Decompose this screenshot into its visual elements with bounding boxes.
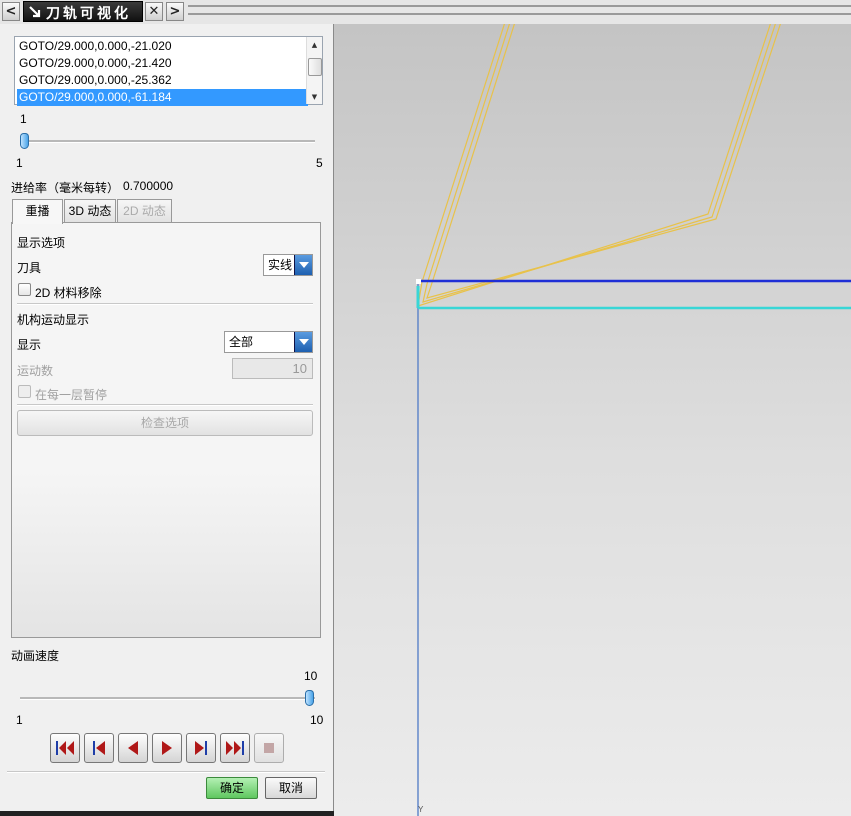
nav-prev-button[interactable]: <: [2, 2, 20, 21]
display-label: 显示: [17, 338, 42, 352]
display-mode-value: 全部: [229, 335, 254, 349]
material-removal-checkbox[interactable]: [18, 283, 31, 296]
toolpath-drawing: [416, 24, 851, 816]
toolpath-arrow-icon: [29, 6, 41, 18]
chevron-left-icon: <: [5, 4, 17, 19]
tool-label: 刀具: [17, 261, 42, 275]
toolpath-line: [422, 24, 776, 303]
list-scrollbar[interactable]: ▲ ▼: [306, 37, 322, 104]
motion-display-heading: 机构运动显示: [17, 313, 90, 327]
step-slider-thumb[interactable]: [20, 133, 29, 149]
skip-to-end-icon: [226, 741, 244, 755]
tool-display-select[interactable]: 实线: [263, 254, 313, 276]
section-divider: [17, 303, 313, 305]
play-reverse-icon: [128, 741, 138, 755]
dialog-title-tab[interactable]: 刀轨可视化: [23, 1, 143, 22]
display-options-heading: 显示选项: [17, 236, 66, 250]
section-divider: [7, 771, 325, 773]
step-slider-track[interactable]: [20, 140, 315, 143]
tab-2d-dynamic: 2D 动态: [117, 199, 172, 223]
graphics-viewport[interactable]: Y: [334, 24, 851, 816]
play-reverse-button[interactable]: [118, 733, 148, 763]
feed-rate-value: 0.700000: [123, 179, 174, 193]
feed-rate-label: 进给率（毫米每转）: [11, 181, 120, 195]
list-item[interactable]: GOTO/29.000,0.000,-21.420: [17, 55, 308, 72]
play-button[interactable]: [152, 733, 182, 763]
step-forward-icon: [195, 741, 207, 755]
tab-replay[interactable]: 重播: [12, 199, 63, 224]
rewind-to-start-button[interactable]: [50, 733, 80, 763]
animation-speed-value: 10: [304, 669, 318, 683]
chevron-right-icon: >: [169, 4, 181, 19]
pause-each-layer-checkbox: [18, 385, 31, 398]
ok-button[interactable]: 确定: [206, 777, 258, 799]
step-backward-icon: [93, 741, 105, 755]
tab-3d-dynamic[interactable]: 3D 动态: [64, 199, 116, 223]
dialog-title: 刀轨可视化: [46, 6, 131, 22]
tool-display-value: 实线: [268, 258, 293, 272]
chevron-down-icon[interactable]: [294, 255, 312, 275]
step-slider-min: 1: [16, 156, 23, 170]
toolpath-line: [426, 24, 781, 299]
toolpath-line: [417, 24, 771, 307]
skip-to-start-icon: [56, 741, 74, 755]
tool-tip-marker: [416, 279, 421, 284]
animation-speed-min: 1: [16, 713, 23, 727]
list-item-selected[interactable]: GOTO/29.000,0.000,-61.184: [17, 89, 308, 106]
section-divider: [17, 404, 313, 406]
y-axis-label: Y: [418, 805, 424, 814]
material-removal-label: 2D 材料移除: [35, 286, 102, 300]
scroll-thumb[interactable]: [308, 58, 322, 76]
skip-to-end-button[interactable]: [220, 733, 250, 763]
panel-bottom-edge: [0, 811, 334, 816]
display-mode-select[interactable]: 全部: [224, 331, 313, 353]
list-item[interactable]: GOTO/29.000,0.000,-25.362: [17, 72, 308, 89]
chevron-down-icon[interactable]: [294, 332, 312, 352]
stop-icon: [264, 743, 274, 753]
motion-count-label: 运动数: [17, 364, 54, 378]
step-forward-button[interactable]: [186, 733, 216, 763]
play-icon: [162, 741, 172, 755]
step-back-button[interactable]: [84, 733, 114, 763]
toolpath-list[interactable]: GOTO/29.000,0.000,-21.020 GOTO/29.000,0.…: [14, 36, 323, 106]
scroll-down-icon[interactable]: ▼: [307, 90, 322, 104]
animation-speed-max: 10: [310, 713, 324, 727]
title-bar: < 刀轨可视化 ✕ >: [0, 0, 851, 24]
check-options-button: 检查选项: [17, 410, 313, 436]
stop-button: [254, 733, 284, 763]
close-button[interactable]: ✕: [145, 2, 163, 21]
list-item[interactable]: GOTO/29.000,0.000,-21.020: [17, 38, 308, 55]
nav-next-button[interactable]: >: [166, 2, 184, 21]
step-slider-value: 1: [20, 112, 27, 126]
pause-each-layer-label: 在每一层暂停: [35, 388, 108, 402]
title-rail: [188, 5, 851, 7]
animation-speed-thumb[interactable]: [305, 690, 314, 706]
animation-speed-track[interactable]: [20, 697, 315, 700]
title-rail: [188, 13, 851, 15]
step-slider-max: 5: [316, 156, 323, 170]
animation-speed-label: 动画速度: [11, 649, 60, 663]
scroll-up-icon[interactable]: ▲: [307, 38, 322, 52]
motion-count-field: 10: [232, 358, 313, 379]
close-icon: ✕: [148, 4, 160, 19]
cancel-button[interactable]: 取消: [265, 777, 317, 799]
